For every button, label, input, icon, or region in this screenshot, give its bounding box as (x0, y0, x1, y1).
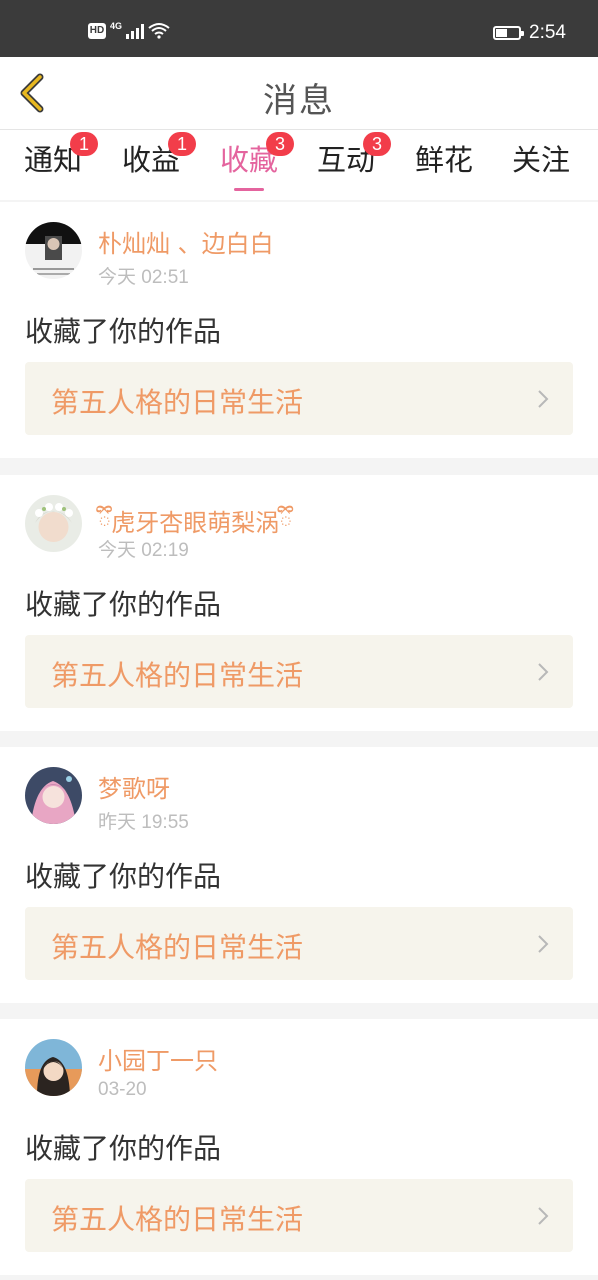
tab-label: 关注 (512, 143, 571, 177)
work-title: 第五人格的日常生活 (51, 1203, 304, 1236)
signal-icon (126, 23, 145, 39)
message-time: 昨天 19:55 (98, 812, 189, 833)
message-action: 收藏了你的作品 (25, 588, 222, 621)
username[interactable]: 小园丁一只 (98, 1041, 218, 1076)
message-action: 收藏了你的作品 (25, 860, 222, 893)
active-tab-indicator (234, 188, 265, 191)
message-time: 今天 02:51 (98, 267, 189, 288)
hd-icon: HD (88, 22, 106, 39)
header-bar: 消息 (0, 57, 598, 130)
avatar[interactable] (25, 1039, 82, 1096)
battery-icon (493, 26, 525, 40)
page-title: 消息 (263, 81, 335, 121)
message-card: 梦歌呀 昨天 19:55 收藏了你的作品 第五人格的日常生活 (0, 747, 598, 1003)
work-link[interactable]: 第五人格的日常生活 (25, 1179, 573, 1252)
avatar[interactable] (25, 767, 82, 824)
avatar[interactable] (25, 222, 82, 279)
unread-badge: 3 (266, 132, 295, 156)
tab-following[interactable]: 关注 (512, 142, 570, 198)
message-card: ྀི虎牙杏眼萌梨涡ྀི 今天 02:19 收藏了你的作品 第五人格的日常生活 (0, 475, 598, 731)
message-card: 小园丁一只 03-20 收藏了你的作品 第五人格的日常生活 (0, 1019, 598, 1275)
tab-label: 鲜花 (415, 143, 474, 177)
status-bar: HD 4G 2:54 (0, 0, 598, 57)
tab-flowers[interactable]: 鲜花 (415, 142, 473, 198)
username[interactable]: 朴灿灿 、边白白 (98, 224, 274, 259)
unread-badge: 1 (168, 132, 197, 156)
message-action: 收藏了你的作品 (25, 315, 222, 348)
work-title: 第五人格的日常生活 (51, 386, 304, 419)
work-title: 第五人格的日常生活 (51, 931, 304, 964)
chevron-right-icon (538, 663, 549, 681)
chevron-right-icon (538, 935, 549, 953)
status-time: 2:54 (529, 22, 566, 43)
status-right: 2:54 (493, 22, 566, 44)
status-left: HD 4G (88, 20, 170, 39)
wifi-icon (148, 23, 170, 39)
tab-bar: 通知 1 收益 1 收藏 3 互动 3 鲜花 关注 (0, 130, 598, 200)
message-card: 朴灿灿 、边白白 今天 02:51 收藏了你的作品 第五人格的日常生活 (0, 202, 598, 458)
work-link[interactable]: 第五人格的日常生活 (25, 362, 573, 435)
message-time: 今天 02:19 (98, 540, 189, 561)
username[interactable]: 梦歌呀 (98, 769, 170, 804)
tab-earnings[interactable]: 收益 1 (122, 132, 197, 198)
message-action: 收藏了你的作品 (25, 1132, 222, 1165)
network-type: 4G (110, 20, 123, 31)
work-title: 第五人格的日常生活 (51, 659, 304, 692)
tab-interactions[interactable]: 互动 3 (317, 132, 392, 198)
unread-badge: 1 (70, 132, 99, 156)
unread-badge: 3 (363, 132, 392, 156)
work-link[interactable]: 第五人格的日常生活 (25, 635, 573, 708)
work-link[interactable]: 第五人格的日常生活 (25, 907, 573, 980)
chevron-right-icon (538, 1207, 549, 1225)
message-time: 03-20 (98, 1079, 147, 1100)
tab-favorites[interactable]: 收藏 3 (220, 132, 295, 198)
avatar[interactable] (25, 495, 82, 552)
chevron-right-icon (538, 390, 549, 408)
tab-notifications[interactable]: 通知 1 (24, 132, 99, 198)
